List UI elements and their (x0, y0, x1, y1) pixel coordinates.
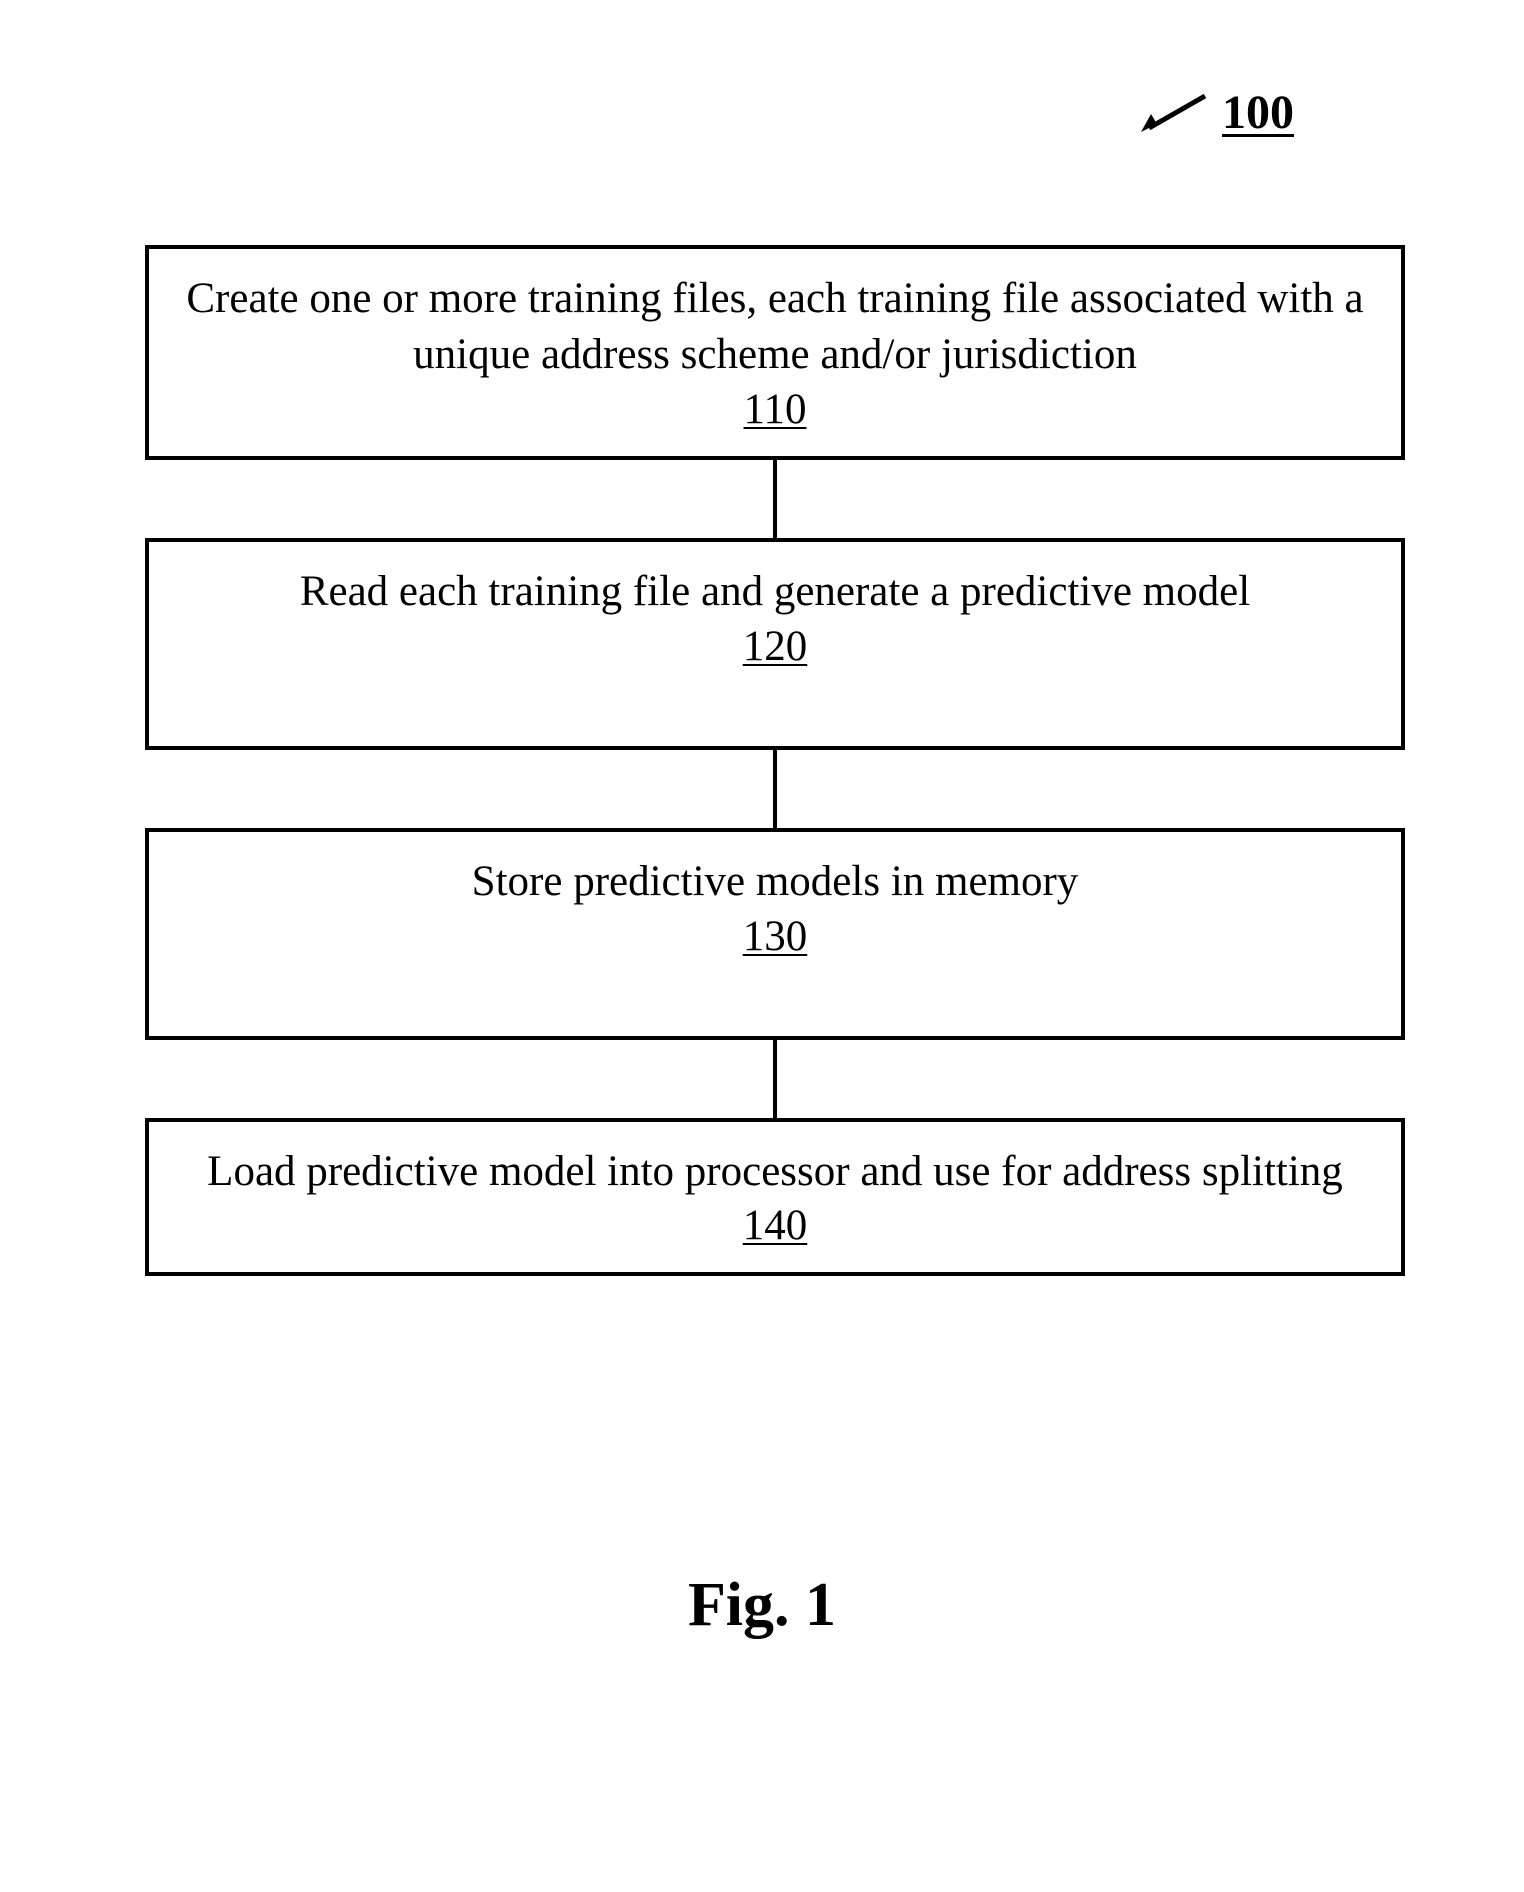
step-text: Read each training file and generate a p… (169, 564, 1381, 620)
flow-step-1: Create one or more training files, each … (145, 245, 1405, 460)
step-number: 120 (169, 622, 1381, 671)
step-number: 130 (169, 912, 1381, 961)
step-text: Store predictive models in memory (169, 854, 1381, 910)
connector-line (773, 460, 777, 538)
figure-caption: Fig. 1 (0, 1570, 1524, 1641)
connector-line (773, 750, 777, 828)
connector-line (773, 1040, 777, 1118)
flowchart-container: Create one or more training files, each … (145, 245, 1405, 1276)
step-text: Create one or more training files, each … (169, 271, 1381, 383)
step-number: 110 (169, 385, 1381, 434)
flow-step-2: Read each training file and generate a p… (145, 538, 1405, 750)
diagram-number: 100 (1222, 85, 1294, 140)
flow-step-4: Load predictive model into processor and… (145, 1118, 1405, 1277)
diagram-reference-label: 100 (1137, 85, 1294, 140)
arrow-indicator-icon (1137, 88, 1212, 138)
step-number: 140 (169, 1201, 1381, 1250)
step-text: Load predictive model into processor and… (169, 1144, 1381, 1200)
flow-step-3: Store predictive models in memory 130 (145, 828, 1405, 1040)
